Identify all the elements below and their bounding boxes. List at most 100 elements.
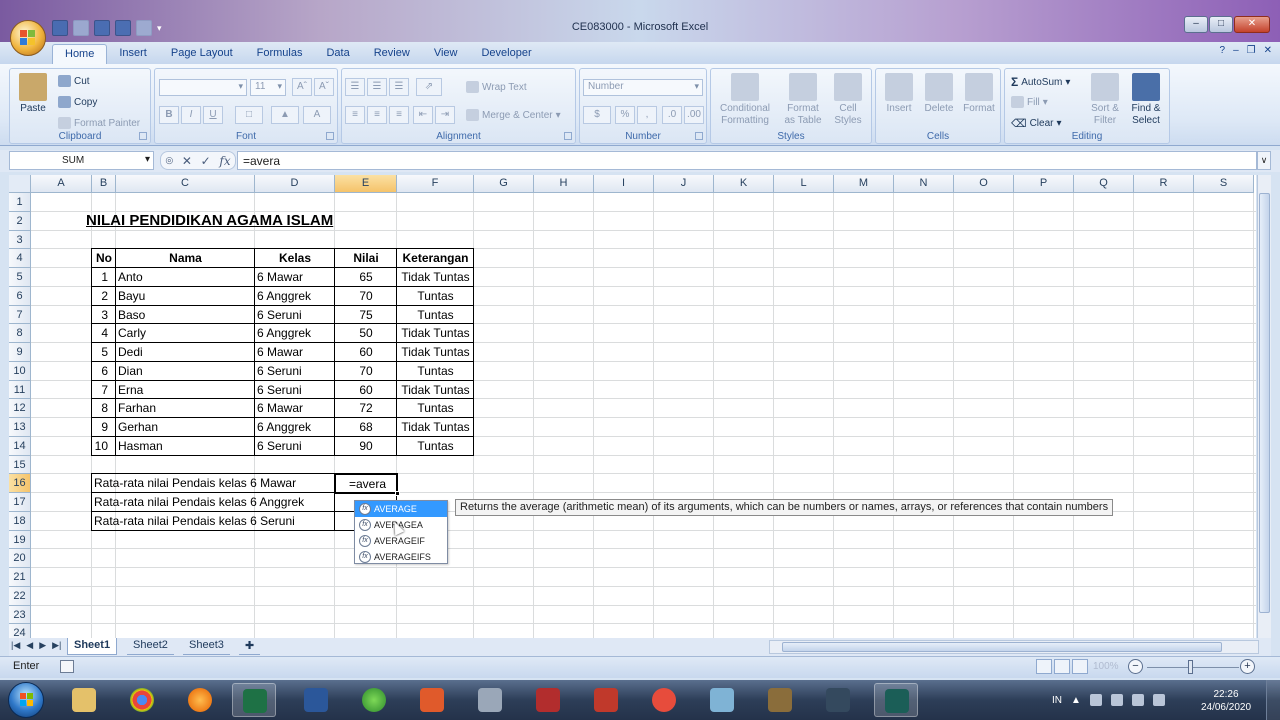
column-header[interactable]: H: [534, 175, 594, 193]
ribbon-minimize-icon[interactable]: –: [1233, 45, 1239, 56]
table-cell[interactable]: Anto: [116, 268, 255, 287]
table-cell[interactable]: 60: [335, 343, 397, 362]
excel-taskbar-icon[interactable]: [232, 683, 276, 717]
start-button[interactable]: [8, 682, 44, 718]
security-icon[interactable]: [352, 683, 396, 717]
row-header[interactable]: 16: [9, 474, 31, 493]
tab-data[interactable]: Data: [314, 44, 361, 64]
file-explorer-icon[interactable]: [62, 683, 106, 717]
tab-review[interactable]: Review: [362, 44, 422, 64]
macro-record-icon[interactable]: [60, 660, 74, 673]
fill-handle[interactable]: [395, 491, 400, 496]
table-cell[interactable]: Dedi: [116, 343, 255, 362]
align-bottom-icon[interactable]: ☰: [389, 78, 409, 96]
horizontal-scroll-thumb[interactable]: [782, 642, 1222, 652]
format-as-table-button[interactable]: Format as Table: [779, 73, 827, 127]
table-cell[interactable]: 4: [92, 324, 116, 343]
align-middle-icon[interactable]: ☰: [367, 78, 387, 96]
row-header[interactable]: 19: [9, 530, 31, 550]
table-cell[interactable]: 7: [92, 381, 116, 400]
media-icon[interactable]: [816, 683, 860, 717]
italic-icon[interactable]: I: [181, 106, 201, 124]
table-cell[interactable]: 1: [92, 268, 116, 287]
table-header-cell[interactable]: Kelas: [255, 249, 335, 268]
table-cell[interactable]: 6 Seruni: [255, 306, 335, 325]
tab-page-layout[interactable]: Page Layout: [159, 44, 245, 64]
clock[interactable]: 22:26 24/06/2020: [1196, 688, 1256, 714]
align-top-icon[interactable]: ☰: [345, 78, 365, 96]
sheet-tab-sheet2[interactable]: Sheet2: [127, 638, 174, 655]
video-editor-icon[interactable]: [874, 683, 918, 717]
find-select-button[interactable]: Find & Select: [1125, 73, 1167, 127]
tab-developer[interactable]: Developer: [469, 44, 543, 64]
table-cell[interactable]: Tuntas: [397, 399, 474, 418]
font-launcher-icon[interactable]: [326, 132, 334, 140]
table-header-cell[interactable]: Keterangan: [397, 249, 474, 268]
row-header[interactable]: 2: [9, 211, 31, 231]
firefox-icon[interactable]: [178, 683, 222, 717]
align-left-icon[interactable]: ≡: [345, 106, 365, 124]
enter-icon[interactable]: ✓: [201, 154, 211, 168]
delete-cells-button[interactable]: Delete: [920, 73, 958, 115]
zoom-slider[interactable]: [1147, 667, 1239, 668]
formula-input[interactable]: =avera: [237, 151, 1257, 170]
row-header[interactable]: 3: [9, 230, 31, 250]
autocomplete-item-averageif[interactable]: fx AVERAGEIF: [355, 533, 447, 549]
insert-function-icon[interactable]: fx: [219, 154, 230, 168]
table-cell[interactable]: 6 Mawar: [255, 399, 335, 418]
column-header[interactable]: B: [92, 175, 116, 193]
column-header[interactable]: A: [31, 175, 92, 193]
table-cell[interactable]: Tidak Tuntas: [397, 268, 474, 287]
table-cell[interactable]: Farhan: [116, 399, 255, 418]
spreadsheet-grid[interactable]: ABCDEFGHIJKLMNOPQRS 1 2 3 4 5 6 7 8 9 10 11 12 13 14 1…: [9, 175, 1256, 638]
show-desktop-button[interactable]: [1266, 680, 1280, 720]
row-header[interactable]: 13: [9, 418, 31, 437]
page-break-view-icon[interactable]: [1072, 659, 1088, 674]
table-cell[interactable]: 70: [335, 287, 397, 306]
tab-home[interactable]: Home: [52, 44, 108, 64]
formula-expand-icon[interactable]: ∨: [1257, 151, 1271, 170]
table-cell[interactable]: Tidak Tuntas: [397, 381, 474, 400]
zoom-out-icon[interactable]: −: [1128, 659, 1143, 674]
table-cell[interactable]: Tuntas: [397, 306, 474, 325]
decrease-decimal-icon[interactable]: .00: [684, 106, 704, 124]
table-cell[interactable]: 6 Anggrek: [255, 287, 335, 306]
grow-font-icon[interactable]: Aˆ: [292, 78, 312, 96]
help-icon[interactable]: ?: [1220, 45, 1226, 56]
table-cell[interactable]: 6 Seruni: [255, 437, 335, 456]
currency-icon[interactable]: $: [583, 106, 611, 124]
column-header[interactable]: J: [654, 175, 714, 193]
column-header[interactable]: I: [594, 175, 654, 193]
font-size-combo[interactable]: 11: [250, 79, 286, 96]
format-painter-button[interactable]: Format Painter: [58, 117, 140, 129]
table-cell[interactable]: 90: [335, 437, 397, 456]
maximize-button[interactable]: □: [1209, 16, 1233, 33]
last-sheet-icon[interactable]: ▶|: [52, 640, 61, 651]
table-cell[interactable]: 6 Seruni: [255, 362, 335, 381]
orientation-icon[interactable]: ⇗: [416, 78, 442, 96]
table-cell[interactable]: 10: [92, 437, 116, 456]
table-header-cell[interactable]: No: [92, 249, 116, 268]
column-header[interactable]: K: [714, 175, 774, 193]
fill-button[interactable]: Fill ▾: [1011, 96, 1048, 108]
row-header[interactable]: 10: [9, 361, 31, 381]
flag-icon[interactable]: [1110, 694, 1123, 706]
alignment-launcher-icon[interactable]: [564, 132, 572, 140]
column-header[interactable]: D: [255, 175, 335, 193]
row-header[interactable]: 7: [9, 305, 31, 325]
autocomplete-item-averageifs[interactable]: fx AVERAGEIFS: [355, 549, 447, 565]
cell-styles-button[interactable]: Cell Styles: [827, 73, 869, 127]
power-icon[interactable]: [1152, 694, 1165, 706]
table-cell[interactable]: Tidak Tuntas: [397, 418, 474, 437]
table-cell[interactable]: 6 Mawar: [255, 343, 335, 362]
column-header[interactable]: E: [335, 175, 397, 193]
zoom-in-icon[interactable]: +: [1240, 659, 1255, 674]
ribbon-close-icon[interactable]: ✕: [1264, 45, 1272, 56]
row-header[interactable]: 15: [9, 455, 31, 475]
table-cell[interactable]: Tuntas: [397, 362, 474, 381]
table-cell[interactable]: 65: [335, 268, 397, 287]
number-launcher-icon[interactable]: [695, 132, 703, 140]
sheet-title[interactable]: NILAI PENDIDIKAN AGAMA ISLAM: [84, 212, 335, 231]
network-icon[interactable]: [1089, 694, 1102, 706]
table-cell[interactable]: Hasman: [116, 437, 255, 456]
